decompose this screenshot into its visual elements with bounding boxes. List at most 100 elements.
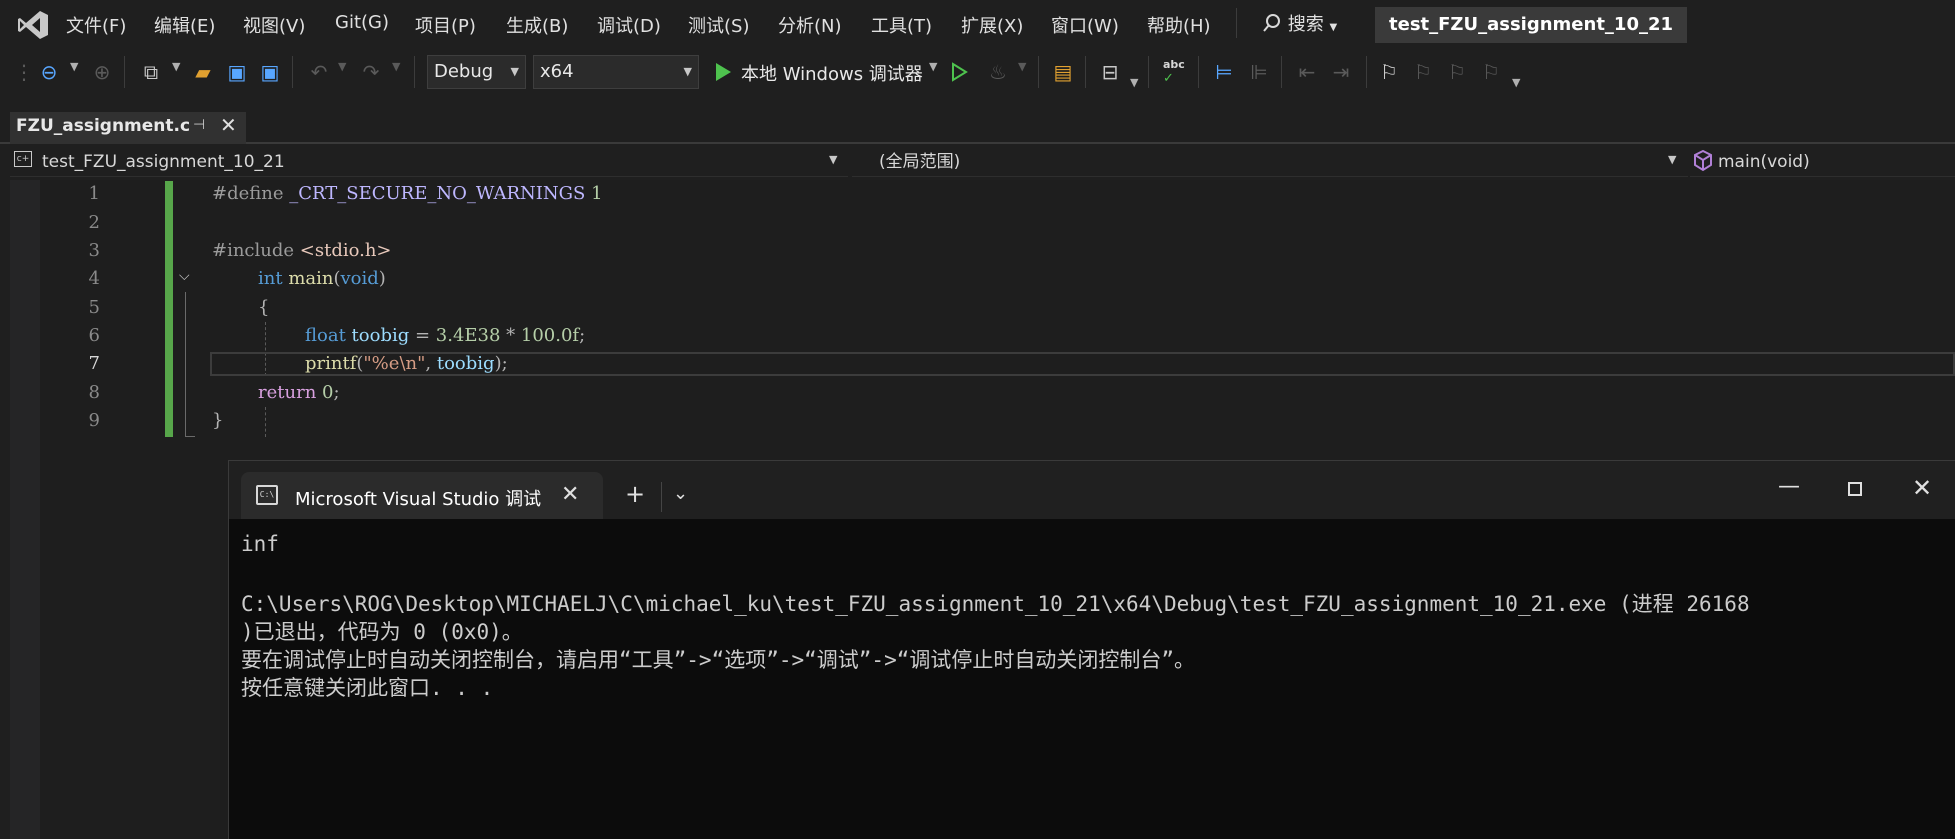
new-project-dropdown-icon[interactable]: ▼	[172, 60, 180, 73]
comment-out-icon[interactable]: ⊨	[1211, 58, 1237, 86]
platform-value: x64	[540, 61, 574, 82]
chevron-down-icon: ▼	[510, 65, 519, 78]
menu-analyze[interactable]: 分析(N)	[778, 12, 842, 38]
layout-dropdown-icon[interactable]: ▼	[1130, 76, 1138, 89]
menu-build[interactable]: 生成(B)	[506, 12, 568, 38]
code-line-5[interactable]: {	[258, 297, 269, 318]
search-button[interactable]: 搜索 ▼	[1262, 10, 1337, 36]
toolbar-separator	[1198, 56, 1199, 88]
solution-title[interactable]: test_FZU_assignment_10_21	[1375, 7, 1688, 43]
toolbar-grip-icon: ⋮	[14, 60, 34, 84]
menu-tools[interactable]: 工具(T)	[871, 12, 932, 38]
toolbar-separator	[1281, 56, 1282, 88]
code-line-1[interactable]: #define _CRT_SECURE_NO_WARNINGS 1	[212, 183, 603, 204]
tab-separator	[661, 482, 662, 512]
chevron-down-icon[interactable]: ▼	[829, 153, 837, 166]
menu-edit[interactable]: 编辑(E)	[154, 12, 215, 38]
indicator-margin[interactable]	[10, 180, 40, 839]
start-debugging-icon[interactable]	[714, 62, 732, 82]
chevron-down-icon[interactable]: ⌄	[673, 483, 688, 504]
open-file-icon[interactable]: ▰	[190, 58, 216, 86]
code-line-4[interactable]: int main(void)	[258, 268, 386, 289]
code-line-6[interactable]: float toobig = 3.4E38 * 100.0f;	[305, 325, 585, 346]
increase-indent-icon[interactable]: ⇥	[1328, 58, 1354, 86]
configuration-value: Debug	[434, 61, 494, 82]
chevron-down-icon[interactable]: ▼	[1668, 153, 1676, 166]
hot-reload-icon[interactable]: ♨	[985, 58, 1011, 86]
pin-icon[interactable]: ⊣	[193, 117, 205, 133]
function-cube-icon	[1694, 150, 1712, 172]
menu-window[interactable]: 窗口(W)	[1051, 12, 1119, 38]
menu-project[interactable]: 项目(P)	[415, 12, 476, 38]
solution-configuration-combo[interactable]: Debug ▼	[427, 55, 526, 89]
scope-combo[interactable]	[852, 148, 1688, 177]
collapse-chevron-icon[interactable]: ⌵	[179, 268, 190, 284]
redo-icon[interactable]: ↷	[358, 58, 384, 86]
back-dropdown-icon[interactable]: ▼	[70, 60, 78, 73]
indent-guide	[265, 407, 266, 437]
menu-view[interactable]: 视图(V)	[243, 12, 305, 38]
navigate-forward-icon[interactable]: ⊕	[89, 58, 115, 86]
next-bookmark-icon[interactable]: ⚐	[1444, 58, 1470, 86]
save-all-icon[interactable]: ▣	[257, 58, 283, 86]
chevron-down-icon: ▼	[683, 65, 692, 78]
code-line-8[interactable]: return 0;	[258, 382, 340, 403]
solution-explorer-icon[interactable]: ▤	[1050, 58, 1076, 86]
solution-platform-combo[interactable]: x64 ▼	[533, 55, 699, 89]
outline-line	[185, 292, 186, 437]
start-debugging-button[interactable]: 本地 Windows 调试器	[741, 60, 923, 86]
redo-dropdown-icon[interactable]: ▼	[392, 60, 400, 73]
save-icon[interactable]: ▣	[224, 58, 250, 86]
console-output-line: )已退出，代码为 0 (0x0)。	[241, 620, 523, 644]
decrease-indent-icon[interactable]: ⇤	[1294, 58, 1320, 86]
console-output-line: 按任意键关闭此窗口. . .	[241, 676, 494, 700]
minimize-icon[interactable]: —	[1778, 474, 1800, 499]
member-name: main(void)	[1718, 152, 1810, 172]
close-tab-icon[interactable]: ✕	[561, 482, 579, 507]
toolbar-overflow-icon[interactable]: ▼	[1512, 76, 1520, 89]
change-tracking-bar	[165, 181, 173, 437]
clear-bookmarks-icon[interactable]: ⚐	[1478, 58, 1504, 86]
console-tab-title[interactable]: Microsoft Visual Studio 调试控制台	[295, 485, 541, 511]
close-window-icon[interactable]: ✕	[1912, 474, 1932, 502]
menu-file[interactable]: 文件(F)	[66, 12, 126, 38]
menu-help[interactable]: 帮助(H)	[1147, 12, 1211, 38]
line-number: 8	[88, 382, 100, 403]
line-number: 6	[88, 325, 100, 346]
undo-dropdown-icon[interactable]: ▼	[338, 60, 346, 73]
console-output-line: C:\Users\ROG\Desktop\MICHAELJ\C\michael_…	[241, 592, 1750, 616]
maximize-icon[interactable]	[1848, 482, 1862, 496]
bookmark-icon[interactable]: ⚐	[1376, 58, 1402, 86]
line-number: 4	[88, 268, 100, 289]
line-number: 5	[88, 297, 100, 318]
document-tab-title[interactable]: FZU_assignment.c	[16, 116, 190, 136]
code-line-3[interactable]: #include <stdio.h>	[212, 240, 392, 261]
window-layout-icon[interactable]: ⊟	[1097, 58, 1123, 86]
document-tab-strip	[0, 108, 1955, 144]
toolbar-separator	[1148, 56, 1149, 88]
line-number: 9	[88, 410, 100, 431]
previous-bookmark-icon[interactable]: ⚐	[1410, 58, 1436, 86]
spell-check-icon[interactable]: abc ✓	[1163, 58, 1185, 86]
start-without-debugging-icon[interactable]	[950, 62, 968, 82]
line-number: 3	[88, 240, 100, 261]
code-line-7[interactable]: printf("%e\n", toobig);	[305, 353, 508, 374]
debug-target-dropdown-icon[interactable]: ▼	[929, 60, 937, 73]
hot-reload-dropdown-icon[interactable]: ▼	[1018, 60, 1026, 73]
undo-icon[interactable]: ↶	[306, 58, 332, 86]
menu-git[interactable]: Git(G)	[335, 12, 389, 33]
close-tab-icon[interactable]: ✕	[220, 113, 237, 137]
search-label: 搜索	[1287, 14, 1324, 35]
uncomment-icon[interactable]: ⊫	[1246, 58, 1272, 86]
menu-debug[interactable]: 调试(D)	[597, 12, 661, 38]
toolbar-separator	[1085, 56, 1086, 88]
line-number: 1	[88, 183, 100, 204]
code-line-9[interactable]: }	[212, 410, 223, 431]
menu-test[interactable]: 测试(S)	[688, 12, 749, 38]
menu-extensions[interactable]: 扩展(X)	[961, 12, 1023, 38]
navigate-back-icon[interactable]: ⊖	[36, 58, 62, 86]
toolbar-separator	[124, 56, 125, 88]
new-tab-icon[interactable]: +	[625, 480, 645, 508]
new-project-icon[interactable]: ⧉	[138, 58, 164, 86]
project-name: test_FZU_assignment_10_21	[42, 152, 285, 172]
